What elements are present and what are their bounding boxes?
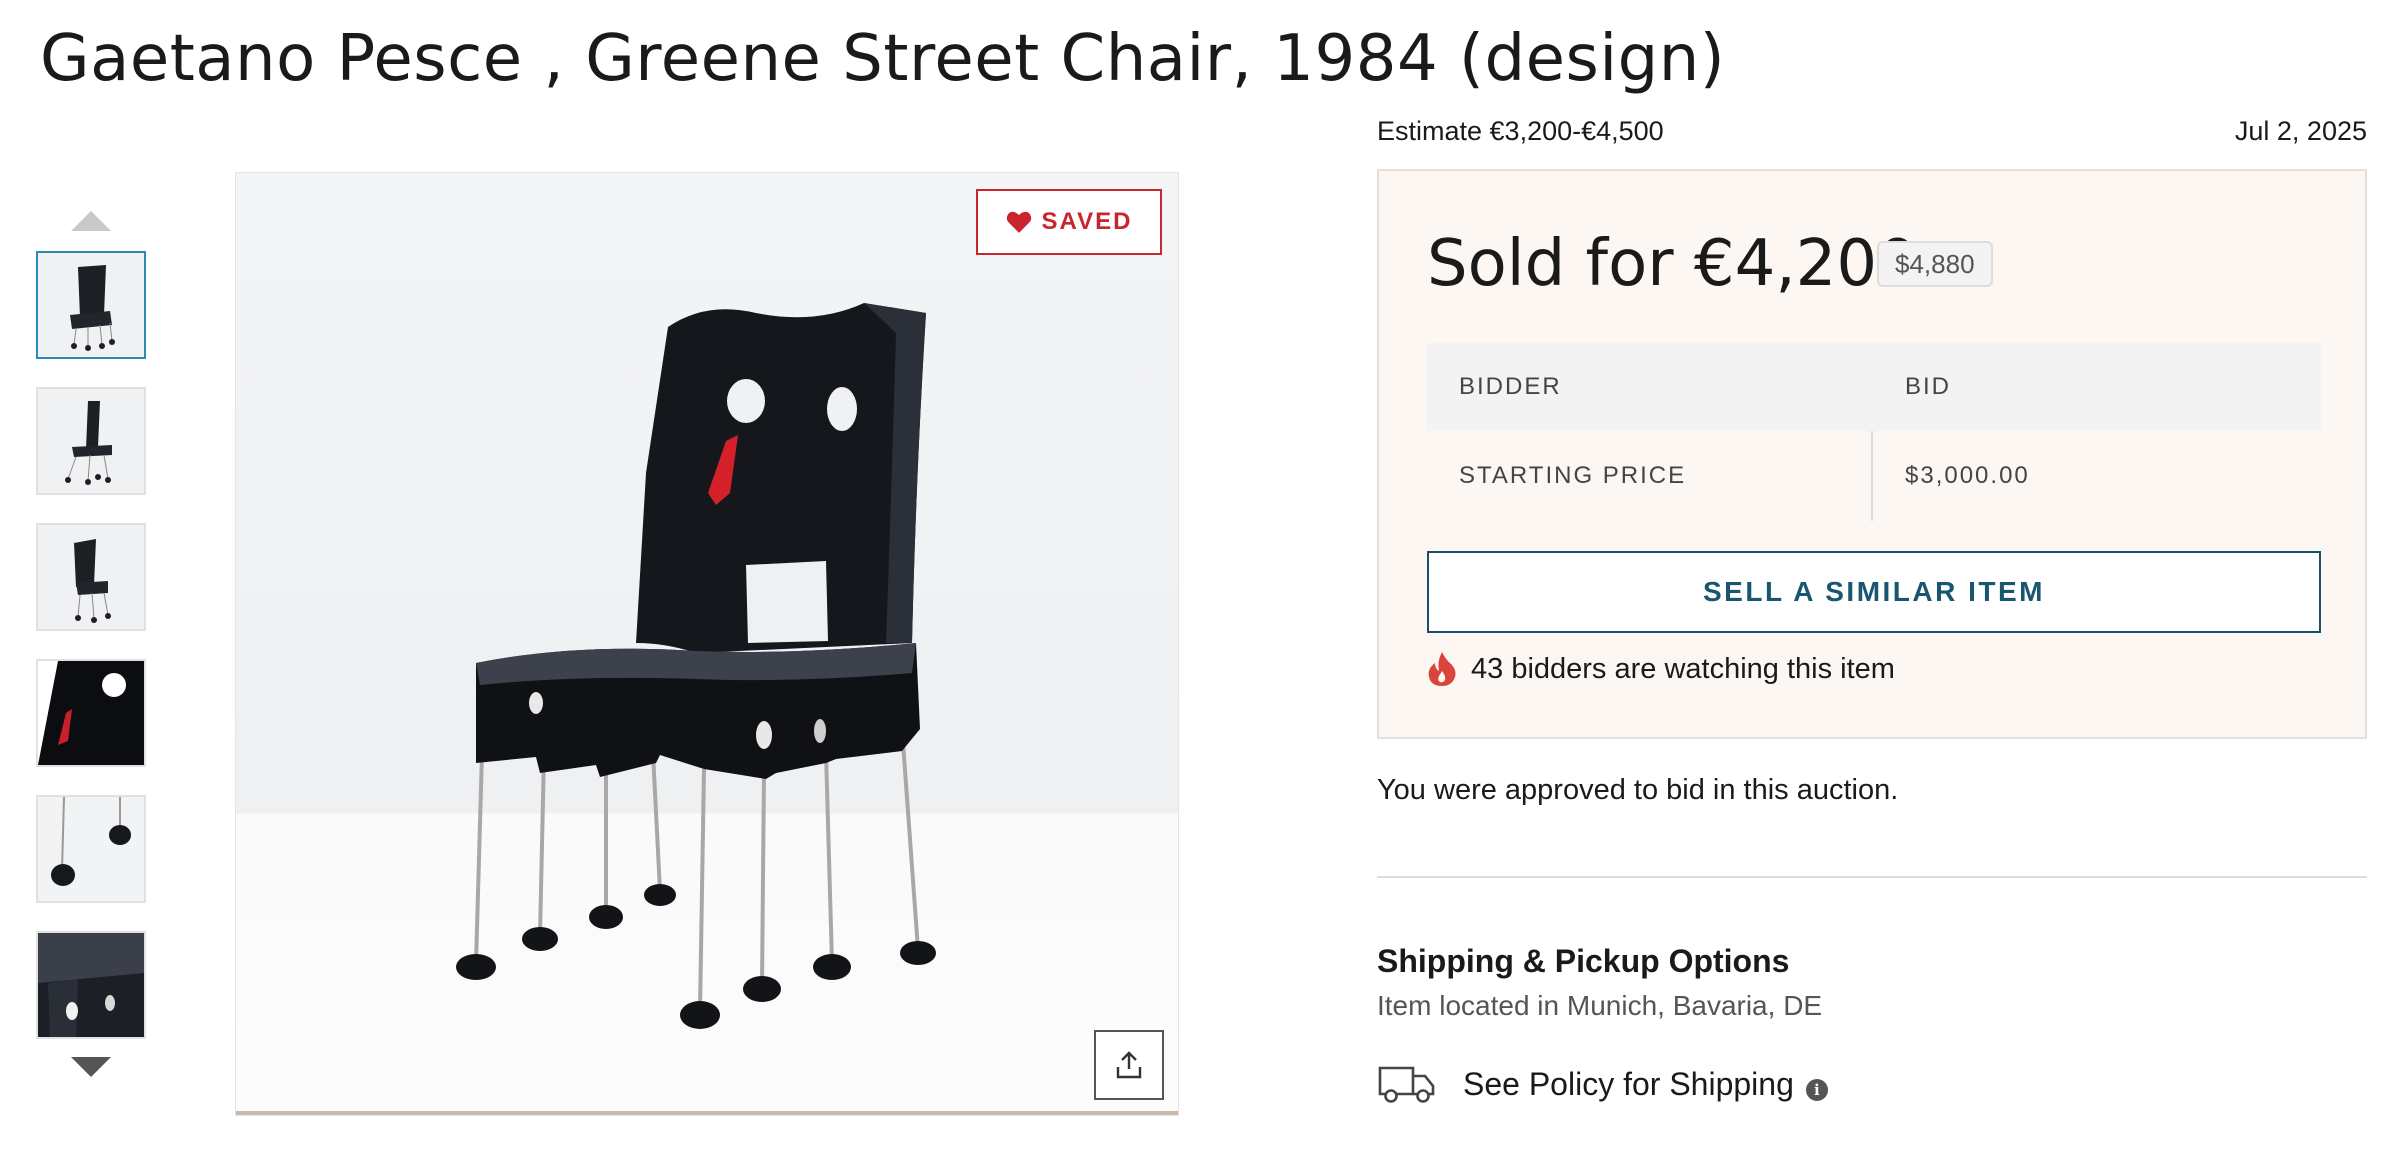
- usd-price-badge: $4,880: [1877, 241, 1993, 287]
- greene-street-chair-photo: [236, 303, 1178, 1115]
- chair-back-thumbnail-icon: [38, 525, 144, 629]
- thumbnail-4[interactable]: [36, 659, 146, 767]
- chair-thumbnail-icon: [38, 253, 144, 357]
- delivery-truck-icon: [1378, 1066, 1435, 1103]
- bid-approval-text: You were approved to bid in this auction…: [1377, 774, 1899, 806]
- watching-notice: 43 bidders are watching this item: [1427, 651, 1895, 687]
- thumbnail-1[interactable]: [36, 251, 146, 359]
- shipping-title: Shipping & Pickup Options: [1377, 943, 1790, 979]
- bid-history-table: BIDDER BID STARTING PRICE $3,000.00: [1427, 343, 2321, 521]
- sell-similar-item-button[interactable]: SELL A SIMILAR ITEM: [1427, 551, 2321, 633]
- chair-side-thumbnail-icon: [38, 389, 144, 493]
- share-upload-icon: [1116, 1051, 1142, 1079]
- bidder-column-header: BIDDER: [1459, 373, 1562, 400]
- main-product-image[interactable]: [235, 172, 1179, 1116]
- thumbnail-2[interactable]: [36, 387, 146, 495]
- section-divider: [1377, 876, 2367, 878]
- watching-text: 43 bidders are watching this item: [1471, 652, 1895, 685]
- flame-icon: [1428, 652, 1456, 686]
- bid-column-header: BID: [1905, 373, 1952, 400]
- page-title: Gaetano Pesce , Greene Street Chair, 198…: [40, 22, 1726, 96]
- thumbnail-6[interactable]: [36, 931, 146, 1039]
- chair-closeup-thumbnail-icon: [38, 933, 144, 1037]
- saved-button[interactable]: SAVED: [976, 189, 1162, 255]
- sold-summary-box: Sold for €4,200 $4,880 BIDDER BID STARTI…: [1377, 169, 2367, 739]
- thumbnail-5[interactable]: [36, 795, 146, 903]
- auction-date: Jul 2, 2025: [2234, 116, 2367, 146]
- bid-cell: $3,000.00: [1905, 462, 2030, 489]
- shipping-policy-text[interactable]: See Policy for Shipping: [1463, 1066, 1794, 1102]
- chair-feet-thumbnail-icon: [38, 797, 144, 901]
- estimate-text: Estimate €3,200-€4,500: [1377, 116, 1664, 146]
- item-location: Item located in Munich, Bavaria, DE: [1377, 990, 1823, 1021]
- thumbnail-3[interactable]: [36, 523, 146, 631]
- info-icon[interactable]: i: [1805, 1078, 1828, 1101]
- bidder-cell: STARTING PRICE: [1427, 431, 1873, 521]
- table-row: STARTING PRICE $3,000.00: [1427, 431, 2321, 521]
- chair-detail-thumbnail-icon: [38, 661, 144, 765]
- thumbnails-up-arrow-icon[interactable]: [71, 211, 111, 231]
- share-button[interactable]: [1094, 1030, 1164, 1100]
- bid-table-header: BIDDER BID: [1427, 343, 2321, 431]
- shipping-policy-link[interactable]: See Policy for Shipping i: [1377, 1062, 1828, 1106]
- saved-label: SAVED: [1041, 208, 1133, 235]
- thumbnails-down-arrow-icon[interactable]: [71, 1057, 111, 1077]
- heart-icon: [1006, 211, 1031, 233]
- sold-price: Sold for €4,200: [1427, 227, 1918, 301]
